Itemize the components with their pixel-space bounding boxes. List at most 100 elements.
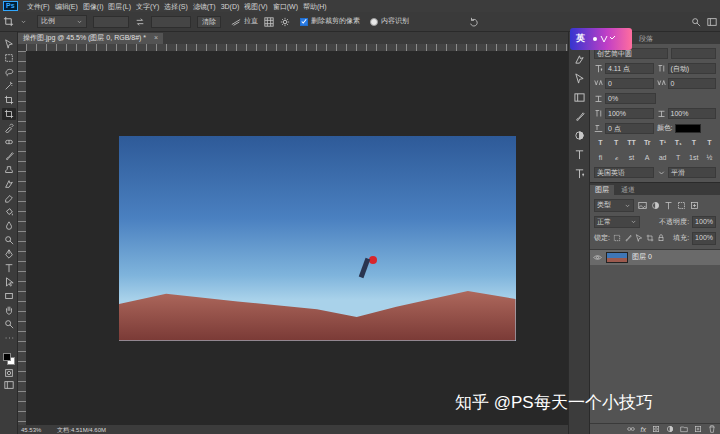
ps-logo[interactable]: Ps bbox=[3, 1, 18, 11]
tool-button[interactable] bbox=[2, 234, 16, 246]
panel-icon[interactable] bbox=[574, 73, 585, 84]
swap-icon[interactable] bbox=[135, 17, 145, 27]
blend-mode-dropdown[interactable]: 正常 bbox=[594, 216, 640, 229]
tool-button[interactable] bbox=[2, 108, 16, 120]
panel-tab[interactable]: 通道 bbox=[616, 185, 640, 195]
opentype-button[interactable]: 1st bbox=[689, 153, 698, 164]
ime-language[interactable]: 英 bbox=[576, 32, 585, 46]
tool-button[interactable] bbox=[2, 150, 16, 162]
footer-icon[interactable] bbox=[666, 425, 674, 433]
menu-item[interactable]: 图像(I) bbox=[83, 2, 104, 11]
baseline-shift[interactable]: 0 点 bbox=[594, 123, 654, 134]
dropdown-icon[interactable] bbox=[76, 18, 83, 25]
tool-button[interactable] bbox=[2, 192, 16, 204]
tsume[interactable]: 0% bbox=[594, 93, 656, 104]
language-dropdown[interactable]: 美国英语 bbox=[594, 167, 654, 178]
opentype-button[interactable]: A bbox=[643, 153, 652, 164]
tool-button[interactable] bbox=[2, 178, 16, 190]
horizontal-scale[interactable]: 100% bbox=[657, 108, 717, 119]
height-input[interactable] bbox=[151, 16, 191, 28]
footer-icon[interactable] bbox=[680, 425, 688, 433]
text-color[interactable]: 颜色: bbox=[657, 123, 717, 134]
lock-icon[interactable] bbox=[657, 234, 665, 242]
panel-icon[interactable] bbox=[574, 149, 585, 160]
layer-thumbnail[interactable] bbox=[606, 252, 628, 263]
menu-item[interactable]: 图层(L) bbox=[108, 2, 131, 11]
panel-icon[interactable] bbox=[574, 168, 585, 179]
opentype-button[interactable]: ad bbox=[658, 153, 667, 164]
filter-icon[interactable] bbox=[638, 201, 647, 210]
filter-icon[interactable] bbox=[664, 201, 673, 210]
straighten-icon[interactable] bbox=[231, 17, 241, 27]
menu-item[interactable]: 选择(S) bbox=[164, 2, 187, 11]
style-button[interactable]: T bbox=[612, 138, 621, 149]
menu-item[interactable]: 帮助(H) bbox=[303, 2, 327, 11]
tool-button[interactable] bbox=[2, 80, 16, 92]
canvas[interactable] bbox=[26, 51, 568, 425]
menu-item[interactable]: 3D(D) bbox=[221, 2, 240, 11]
leading[interactable]: (自动) bbox=[657, 63, 717, 74]
opentype-button[interactable]: ½ bbox=[705, 153, 714, 164]
style-button[interactable]: T bbox=[596, 138, 605, 149]
panel-icon[interactable] bbox=[574, 92, 585, 103]
checkbox[interactable] bbox=[300, 18, 308, 26]
document-tab[interactable]: 操作图.jpg @ 45.5% (图层 0, RGB/8#) *× bbox=[18, 33, 163, 44]
footer-icon[interactable] bbox=[652, 425, 660, 433]
gear-icon[interactable] bbox=[280, 17, 290, 27]
panel-icon[interactable] bbox=[574, 111, 585, 122]
quick-mask-icon[interactable] bbox=[4, 368, 14, 378]
style-button[interactable]: Tr bbox=[643, 138, 652, 149]
tool-button[interactable] bbox=[2, 122, 16, 134]
menu-item[interactable]: 文件(F) bbox=[27, 2, 50, 11]
checkbox[interactable] bbox=[370, 18, 378, 26]
tool-button[interactable] bbox=[2, 248, 16, 260]
font-style-dropdown[interactable] bbox=[671, 48, 716, 59]
zoom-level[interactable]: 45.53% bbox=[21, 426, 41, 434]
filter-icon[interactable] bbox=[677, 201, 686, 210]
tool-button[interactable] bbox=[2, 66, 16, 78]
menu-item[interactable]: 窗口(W) bbox=[273, 2, 298, 11]
photo[interactable] bbox=[119, 136, 516, 341]
filter-icon[interactable] bbox=[690, 201, 699, 210]
color-swatches[interactable] bbox=[2, 352, 16, 366]
tool-button[interactable] bbox=[2, 220, 16, 232]
eye-icon[interactable] bbox=[593, 253, 602, 262]
link-icon[interactable] bbox=[627, 425, 635, 433]
menu-item[interactable]: 文字(Y) bbox=[136, 2, 159, 11]
style-button[interactable]: T₁ bbox=[674, 138, 683, 149]
tool-button[interactable] bbox=[2, 136, 16, 148]
workspace-icon[interactable] bbox=[707, 17, 717, 27]
tracking[interactable]: 0 bbox=[657, 78, 717, 89]
clear-button[interactable]: 清除 bbox=[197, 16, 221, 28]
grid-icon[interactable] bbox=[264, 17, 274, 27]
ime-icons[interactable] bbox=[591, 34, 617, 44]
search-icon[interactable] bbox=[691, 17, 701, 27]
option-checkbox[interactable]: 删除裁剪的像素 bbox=[300, 16, 360, 27]
lock-icon[interactable] bbox=[635, 234, 643, 242]
tool-button[interactable] bbox=[2, 164, 16, 176]
fx-button[interactable]: fx bbox=[641, 425, 646, 434]
style-button[interactable]: T¹ bbox=[658, 138, 667, 149]
footer-icon[interactable] bbox=[708, 425, 716, 433]
menu-item[interactable]: 视图(V) bbox=[244, 2, 267, 11]
filter-icon[interactable] bbox=[651, 201, 660, 210]
menu-item[interactable]: 滤镜(T) bbox=[193, 2, 216, 11]
panel-tab[interactable]: 段落 bbox=[636, 34, 656, 44]
panel-icon[interactable] bbox=[574, 130, 585, 141]
menu-item[interactable]: 编辑(E) bbox=[55, 2, 78, 11]
style-button[interactable]: T bbox=[689, 138, 698, 149]
fill-input[interactable]: 100% bbox=[692, 232, 716, 245]
tool-button[interactable] bbox=[2, 38, 16, 50]
opentype-button[interactable]: ℴ bbox=[612, 153, 621, 164]
style-button[interactable]: TT bbox=[627, 138, 636, 149]
lock-icon[interactable] bbox=[624, 234, 632, 242]
foreground-color[interactable] bbox=[3, 353, 11, 361]
reset-icon[interactable] bbox=[469, 17, 479, 27]
layer-row[interactable]: 图层 0 bbox=[590, 250, 720, 265]
vertical-scale[interactable]: 100% bbox=[594, 108, 654, 119]
option-checkbox[interactable]: 内容识别 bbox=[370, 16, 409, 27]
lock-icon[interactable] bbox=[613, 234, 621, 242]
opentype-button[interactable]: st bbox=[627, 153, 636, 164]
filter-dropdown[interactable]: 类型 bbox=[594, 199, 634, 212]
style-button[interactable]: T bbox=[705, 138, 714, 149]
